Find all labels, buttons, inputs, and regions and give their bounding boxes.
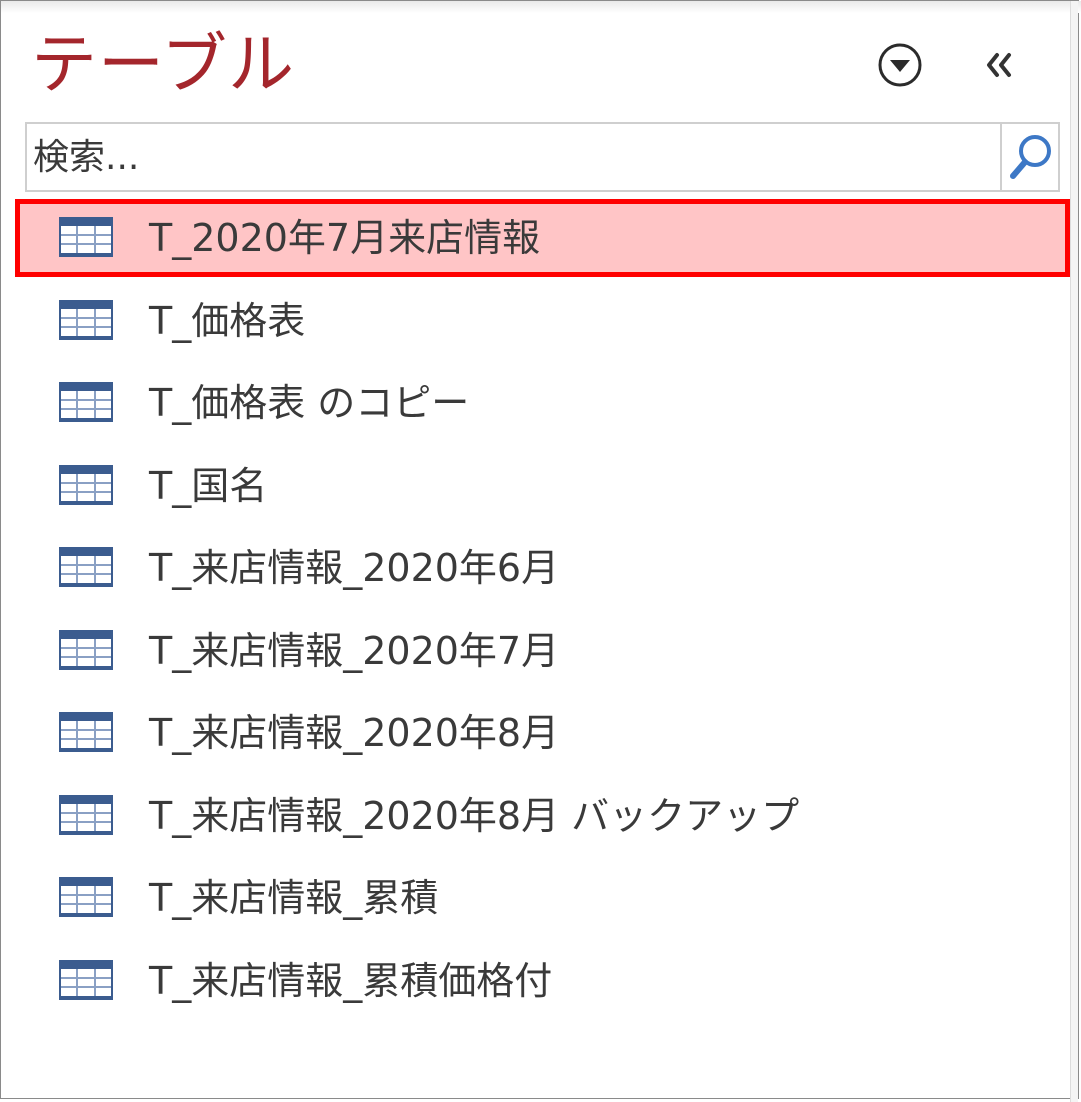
table-list: T_2020年7月来店情報 T_価格表 T_価格表 のコピー T_国名 T_来店… [1,197,1076,1022]
list-item-label: T_価格表 のコピー [149,381,470,425]
list-item[interactable]: T_来店情報_2020年6月 [1,527,1076,610]
list-item[interactable]: T_価格表 のコピー [1,362,1076,445]
search-icon [1010,135,1051,179]
dropdown-circle-icon[interactable] [877,42,923,88]
list-item[interactable]: T_2020年7月来店情報 [1,197,1076,280]
list-item-label: T_来店情報_2020年6月 [149,546,560,590]
list-item-label: T_来店情報_2020年7月 [149,628,560,673]
list-item[interactable]: T_来店情報_累積価格付 [1,940,1076,1023]
table-icon [59,382,113,422]
list-item[interactable]: T_来店情報_2020年8月 [1,692,1076,775]
list-item-label: T_来店情報_2020年8月 バックアップ [149,793,800,838]
table-icon [59,217,113,257]
search-box [25,122,1060,192]
list-item[interactable]: T_来店情報_2020年8月 バックアップ [1,775,1076,858]
list-item[interactable]: T_価格表 [1,280,1076,363]
table-icon [59,464,113,505]
pane-title: テーブル [31,26,296,103]
pane-top-edge [1,1,1081,13]
list-item-label: T_来店情報_累積価格付 [149,958,553,1003]
table-icon [59,959,113,1000]
table-icon [59,547,113,587]
table-icon [59,712,113,752]
search-input[interactable] [33,128,993,186]
table-icon [59,629,113,670]
list-item[interactable]: T_国名 [1,445,1076,528]
table-icon [59,299,113,340]
double-chevron-left-icon[interactable] [981,47,1021,83]
list-item-label: T_2020年7月来店情報 [149,216,541,260]
navigation-pane: テーブル T_2020年7月来店情報 T_価格表 [0,0,1081,1102]
table-icon [59,877,113,917]
list-item[interactable]: T_来店情報_2020年7月 [1,610,1076,693]
list-item[interactable]: T_来店情報_累積 [1,857,1076,940]
list-item-label: T_価格表 [149,298,306,343]
list-item-label: T_来店情報_2020年8月 [149,711,560,755]
search-button[interactable] [1000,124,1058,190]
table-icon [59,794,113,835]
list-item-label: T_来店情報_累積 [149,876,439,920]
list-item-label: T_国名 [149,463,268,508]
